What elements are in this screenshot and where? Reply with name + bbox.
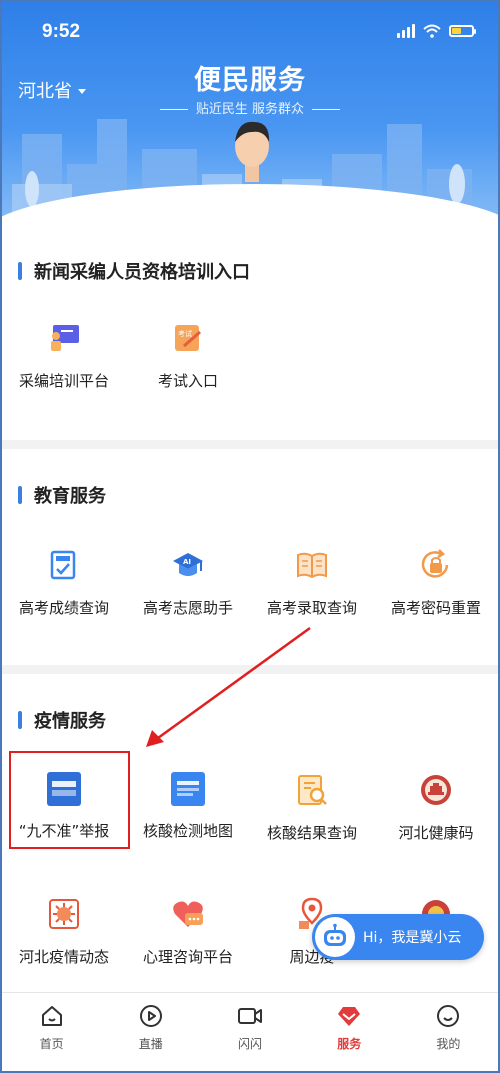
status-time: 9:52	[42, 21, 81, 42]
service-item-score-query[interactable]: 高考成绩查询	[2, 541, 126, 651]
service-item-test-map[interactable]: 核酸检测地图	[126, 766, 250, 890]
tab-label: 直播	[138, 1037, 163, 1051]
assistant-bubble[interactable]: Hi，我是冀小云	[312, 914, 484, 960]
video-icon	[237, 1003, 263, 1029]
play-icon	[138, 1003, 164, 1029]
status-icons	[397, 24, 476, 38]
service-item-result-query[interactable]: 核酸结果查询	[250, 766, 374, 890]
status-bar: 9:52	[2, 2, 498, 52]
health-code-icon	[418, 772, 454, 808]
exam-icon: 考试	[170, 320, 206, 356]
profile-icon	[435, 1003, 461, 1029]
wifi-icon	[423, 24, 441, 38]
service-item-health-code[interactable]: 河北健康码	[374, 766, 498, 890]
section-reporter-training: 新闻采编人员资格培训入口 采编培训平台 考试 考试入口	[2, 234, 498, 440]
tab-home[interactable]: 首页	[2, 993, 101, 1071]
service-grid: 采编培训平台 考试 考试入口	[2, 314, 498, 424]
tab-label: 首页	[39, 1037, 64, 1051]
battery-icon	[449, 25, 476, 37]
service-grid: “九不准”举报 核酸检测地图 核酸结果查询 河北健康码 河北疫情动态 心理咨询平…	[2, 766, 498, 1014]
service-label: 河北健康码	[398, 824, 474, 842]
report-icon	[47, 772, 81, 806]
robot-icon	[315, 917, 355, 957]
ai-graduation-icon: AI	[170, 547, 206, 583]
tab-label: 我的	[436, 1037, 461, 1051]
service-item-report[interactable]: “九不准”举报	[2, 766, 126, 890]
assistant-text: Hi，我是冀小云	[363, 930, 462, 946]
lock-reset-icon	[418, 547, 454, 583]
tab-service[interactable]: 服务	[300, 993, 399, 1071]
svg-text:考试: 考试	[178, 329, 192, 338]
service-label: 核酸检测地图	[142, 822, 233, 840]
tab-label: 服务	[337, 1037, 362, 1051]
service-label: 采编培训平台	[18, 372, 109, 390]
tab-label: 闪闪	[238, 1037, 263, 1051]
service-grid: 高考成绩查询 AI 高考志愿助手 高考录取查询 高考密码重置	[2, 541, 498, 651]
service-item-training-platform[interactable]: 采编培训平台	[2, 314, 126, 424]
service-label: “九不准”举报	[18, 822, 110, 840]
service-label: 高考密码重置	[390, 599, 481, 617]
score-query-icon	[46, 547, 82, 583]
section-title: 新闻采编人员资格培训入口	[18, 258, 250, 284]
service-item-ai-assistant[interactable]: AI 高考志愿助手	[126, 541, 250, 651]
bottom-tab-bar: 首页 直播 闪闪 服务 我的	[2, 992, 498, 1071]
service-item-exam[interactable]: 考试 考试入口	[126, 314, 250, 424]
app-screen: 9:52 河北省 便民服务 贴近民生 服务群众 新闻采编人员资格培训入口 采编培…	[0, 0, 500, 1073]
service-label: 心理咨询平台	[142, 948, 233, 966]
signal-icon	[397, 24, 415, 38]
home-icon	[39, 1003, 65, 1029]
service-label: 河北疫情动态	[18, 948, 109, 966]
training-platform-icon	[46, 320, 82, 356]
service-label: 高考成绩查询	[18, 599, 109, 617]
svg-text:AI: AI	[183, 558, 191, 566]
service-icon	[336, 1003, 362, 1029]
service-label: 高考录取查询	[266, 599, 357, 617]
heart-chat-icon	[170, 896, 206, 932]
service-label: 高考志愿助手	[142, 599, 233, 617]
service-item-password-reset[interactable]: 高考密码重置	[374, 541, 498, 651]
service-item-admission-query[interactable]: 高考录取查询	[250, 541, 374, 651]
test-map-icon	[171, 772, 205, 806]
tab-flash[interactable]: 闪闪	[200, 993, 299, 1071]
service-label: 核酸结果查询	[266, 824, 357, 842]
page-title: 便民服务	[194, 65, 306, 96]
header-banner: 9:52 河北省 便民服务 贴近民生 服务群众	[2, 2, 498, 234]
book-icon	[294, 547, 330, 583]
section-education: 教育服务 高考成绩查询 AI 高考志愿助手 高考录取查询 高考密码重置	[2, 449, 498, 665]
result-search-icon	[294, 772, 330, 808]
section-title: 教育服务	[18, 482, 106, 508]
service-label: 考试入口	[157, 372, 218, 390]
virus-icon	[46, 896, 82, 932]
tab-live[interactable]: 直播	[101, 993, 200, 1071]
tab-profile[interactable]: 我的	[399, 993, 498, 1071]
section-title: 疫情服务	[18, 707, 106, 733]
